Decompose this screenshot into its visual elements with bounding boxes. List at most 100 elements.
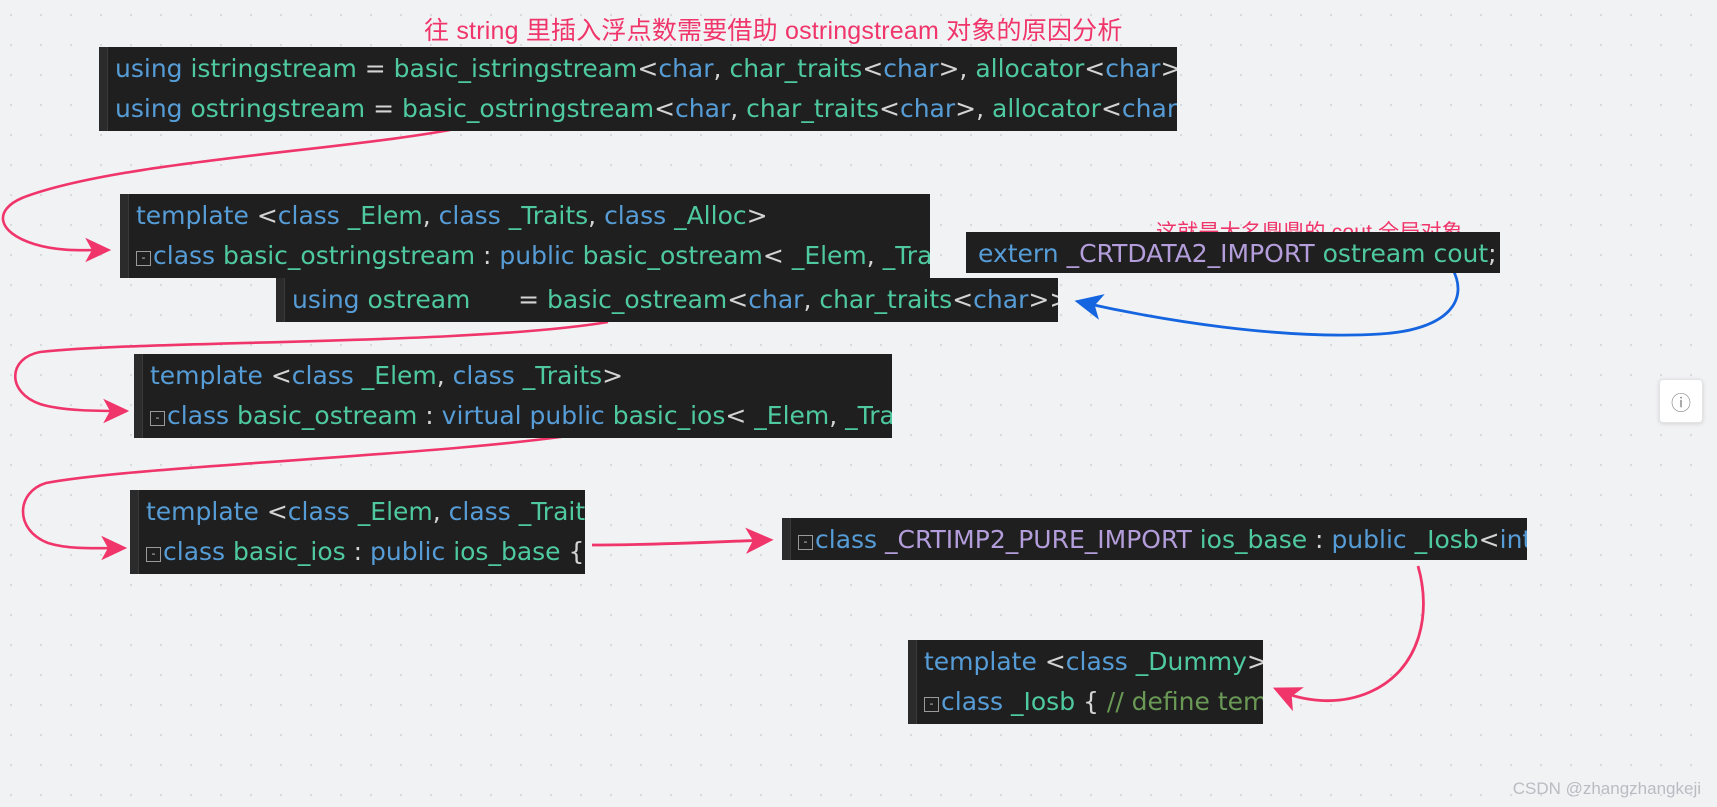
- token-punct: >>;: [1160, 54, 1177, 83]
- token-type: _Alloc: [674, 201, 747, 230]
- token-punct: ,: [422, 201, 439, 230]
- token-punct: ,: [829, 401, 846, 430]
- editor-gutter: [130, 490, 139, 574]
- token-punct: :: [417, 401, 442, 430]
- token-keyword: public: [370, 537, 454, 566]
- token-punct: >>;: [1028, 285, 1058, 314]
- info-glyph: ⓘ: [1671, 392, 1691, 415]
- token-keyword: char: [883, 54, 939, 83]
- token-keyword: class: [287, 497, 358, 526]
- token-punct: <: [727, 285, 749, 314]
- token-type: ios_base: [453, 537, 561, 566]
- token-type: basic_ostream: [582, 241, 763, 270]
- token-keyword: extern: [978, 239, 1067, 268]
- code-fold-marker[interactable]: -: [146, 547, 161, 562]
- token-punct: <: [952, 285, 974, 314]
- token-punct: >: [1246, 647, 1263, 676]
- token-type: ostream: [1322, 239, 1434, 268]
- code-block-ios-base: - class _CRTIMP2_PURE_IMPORT ios_base : p…: [782, 518, 1527, 560]
- code-block-iosb-dummy: template <class _Dummy> - class _Iosb { /…: [908, 640, 1263, 724]
- code-line-using-ostream: using ostream = basic_ostream<char, char…: [288, 280, 1058, 320]
- editor-gutter: [134, 354, 143, 438]
- token-type: _Elem: [361, 361, 437, 390]
- token-keyword: char: [1105, 54, 1161, 83]
- token-comment: // define templa: [1106, 687, 1263, 716]
- token-punct: <: [637, 54, 659, 83]
- info-icon[interactable]: ⓘ: [1659, 379, 1703, 423]
- token-keyword: class: [167, 401, 238, 430]
- token-punct: =: [470, 285, 547, 314]
- token-keyword: template: [136, 201, 257, 230]
- token-punct: <: [1044, 647, 1066, 676]
- token-keyword: using: [115, 94, 191, 123]
- token-punct: <: [270, 361, 292, 390]
- token-punct: <: [725, 401, 755, 430]
- token-punct: :: [345, 537, 371, 566]
- token-type: _Elem: [791, 241, 867, 270]
- token-punct: ,: [432, 497, 449, 526]
- token-type: _Traits: [508, 201, 589, 230]
- token-punct: >,: [955, 94, 993, 123]
- token-keyword: class: [1065, 647, 1136, 676]
- token-punct: <: [1100, 94, 1122, 123]
- code-line-template-elem-traits: template <class _Elem, class _Traits>: [146, 356, 882, 396]
- code-block-cout-extern: extern _CRTDATA2_IMPORT ostream cout;: [966, 232, 1500, 273]
- token-keyword: class: [277, 201, 348, 230]
- token-keyword: template: [924, 647, 1045, 676]
- token-punct: =: [365, 94, 402, 123]
- token-punct: {: [568, 537, 585, 566]
- code-line-template-elem-traits-alloc: template <class _Elem, class _Traits, cl…: [132, 196, 920, 236]
- token-punct: ,: [803, 285, 820, 314]
- code-block-basic-ostringstream: template <class _Elem, class _Traits, cl…: [120, 194, 930, 278]
- token-punct: :: [475, 241, 500, 270]
- token-type: _Traits: [845, 401, 892, 430]
- code-fold-marker[interactable]: -: [924, 697, 939, 712]
- token-type: basic_ostringstream: [402, 94, 655, 123]
- token-punct: <: [654, 94, 676, 123]
- token-keyword: char: [1121, 94, 1177, 123]
- token-keyword: char: [675, 94, 731, 123]
- token-macro: _CRTIMP2_PURE_IMPORT: [885, 525, 1200, 554]
- editor-gutter: [908, 640, 917, 724]
- token-type: allocator: [992, 94, 1101, 123]
- token-type: _Iosb: [1011, 687, 1076, 716]
- token-type: basic_ostream: [237, 401, 418, 430]
- token-type: basic_ios: [612, 401, 726, 430]
- code-line-class-basic-ostringstream: - class basic_ostringstream : public basi…: [132, 236, 930, 276]
- code-block-stringstream-aliases: using istringstream = basic_istringstrea…: [99, 47, 1177, 131]
- token-keyword: using: [115, 54, 191, 83]
- token-type: _Elem: [357, 497, 433, 526]
- code-line-using-istringstream: using istringstream = basic_istringstrea…: [111, 49, 1177, 89]
- token-punct: ,: [730, 94, 747, 123]
- token-keyword: char: [658, 54, 714, 83]
- code-fold-marker[interactable]: -: [798, 535, 813, 550]
- page-title-annotation: 往 string 里插入浮点数需要借助 ostringstream 对象的原因分…: [424, 17, 1123, 45]
- token-keyword: class: [815, 525, 886, 554]
- token-macro: _CRTDATA2_IMPORT: [1066, 239, 1323, 268]
- token-keyword: virtual public: [441, 401, 613, 430]
- token-punct: {: [1075, 687, 1107, 716]
- token-keyword: class: [438, 201, 509, 230]
- code-fold-marker[interactable]: -: [150, 411, 165, 426]
- code-fold-marker[interactable]: -: [136, 251, 151, 266]
- token-keyword: class: [604, 201, 675, 230]
- token-keyword: template: [146, 497, 267, 526]
- token-keyword: int: [1499, 525, 1527, 554]
- token-keyword: class: [153, 241, 224, 270]
- token-type: ostream: [367, 285, 471, 314]
- token-type: basic_ios: [233, 537, 346, 566]
- editor-gutter: [782, 518, 791, 560]
- token-punct: <: [1478, 525, 1500, 554]
- token-type: istringstream: [190, 54, 357, 83]
- token-type: char_traits: [729, 54, 863, 83]
- token-keyword: char: [973, 285, 1029, 314]
- token-keyword: char: [899, 94, 956, 123]
- watermark: CSDN @zhangzhangkeji: [1512, 779, 1701, 798]
- token-type: _Dummy: [1135, 647, 1247, 676]
- token-type: basic_ostringstream: [223, 241, 476, 270]
- token-type: _Traits: [522, 361, 603, 390]
- token-type: basic_ostream: [546, 285, 728, 314]
- token-type: ostringstream: [190, 94, 366, 123]
- code-line-using-ostringstream: using ostringstream = basic_ostringstrea…: [111, 89, 1177, 129]
- token-keyword: class: [941, 687, 1012, 716]
